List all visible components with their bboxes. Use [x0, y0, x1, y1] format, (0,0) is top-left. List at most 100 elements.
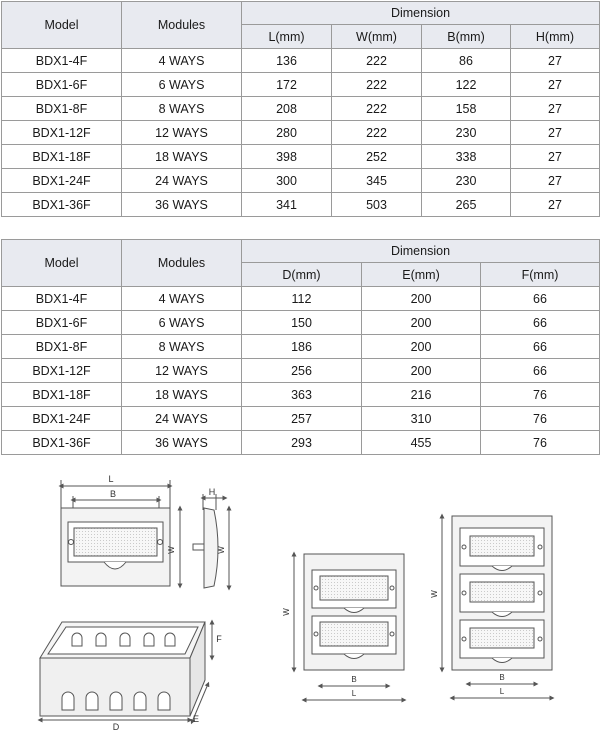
- dimension-table-1: Model Modules Dimension L(mm) W(mm) B(mm…: [1, 1, 600, 217]
- table-row: BDX1-18F 18 WAYS 398 252 338 27: [1, 144, 600, 169]
- table-row: BDX1-6F 6 WAYS 150 200 66: [1, 310, 600, 335]
- cell-l: 172: [241, 72, 332, 97]
- cell-modules: 6 WAYS: [121, 72, 242, 97]
- header-model: Model: [1, 239, 122, 287]
- cell-d: 256: [241, 358, 362, 383]
- cell-f: 66: [479, 358, 600, 383]
- subheader-l: L(mm): [241, 24, 332, 49]
- cell-h: 27: [510, 168, 600, 193]
- cell-h: 27: [510, 144, 600, 169]
- cell-d: 186: [241, 334, 362, 359]
- cell-h: 27: [510, 48, 600, 73]
- cell-l: 136: [241, 48, 332, 73]
- two-row-enclosure-drawing: [291, 551, 407, 703]
- cell-model: BDX1-12F: [1, 358, 122, 383]
- cell-modules: 18 WAYS: [121, 144, 242, 169]
- cell-model: BDX1-36F: [1, 430, 122, 455]
- cell-model: BDX1-4F: [1, 48, 122, 73]
- label-w-2row: W: [282, 608, 291, 616]
- table-row: BDX1-24F 24 WAYS 300 345 230 27: [1, 168, 600, 193]
- label-h: H: [209, 487, 216, 497]
- table-row: BDX1-4F 4 WAYS 136 222 86 27: [1, 48, 600, 73]
- label-f: F: [216, 634, 222, 644]
- cell-f: 76: [479, 430, 600, 455]
- cell-f: 66: [479, 286, 600, 311]
- cell-d: 257: [241, 406, 362, 431]
- cell-b: 265: [421, 192, 511, 217]
- cell-e: 200: [361, 286, 481, 311]
- cell-model: BDX1-4F: [1, 286, 122, 311]
- label-l: L: [108, 474, 113, 484]
- header-modules: Modules: [121, 1, 242, 49]
- table-row: BDX1-8F 8 WAYS 208 222 158 27: [1, 96, 600, 121]
- label-d: D: [113, 722, 120, 732]
- front-view-drawing: [58, 480, 183, 589]
- cell-w: 252: [331, 144, 422, 169]
- subheader-h: H(mm): [510, 24, 600, 49]
- table-row: BDX1-24F 24 WAYS 257 310 76: [1, 406, 600, 431]
- label-b-3row: B: [499, 673, 504, 682]
- table-row: BDX1-36F 36 WAYS 341 503 265 27: [1, 192, 600, 217]
- table-row: BDX1-12F 12 WAYS 280 222 230 27: [1, 120, 600, 145]
- cell-modules: 8 WAYS: [121, 334, 242, 359]
- cell-h: 27: [510, 192, 600, 217]
- cell-b: 338: [421, 144, 511, 169]
- cell-modules: 4 WAYS: [121, 286, 242, 311]
- cell-d: 363: [241, 382, 362, 407]
- subheader-d: D(mm): [241, 262, 362, 287]
- label-w: W: [167, 546, 176, 554]
- cell-e: 200: [361, 310, 481, 335]
- header-dimension: Dimension: [240, 239, 600, 263]
- cell-w: 222: [331, 120, 422, 145]
- label-b: B: [110, 489, 116, 499]
- cell-model: BDX1-36F: [1, 192, 122, 217]
- three-row-enclosure-drawing: [439, 513, 555, 701]
- dimension-table-2: Model Modules Dimension D(mm) E(mm) F(mm…: [1, 239, 600, 455]
- table-row: BDX1-36F 36 WAYS 293 455 76: [1, 430, 600, 455]
- label-l-3row: L: [500, 687, 505, 696]
- cell-modules: 12 WAYS: [121, 120, 242, 145]
- cell-l: 341: [241, 192, 332, 217]
- cell-e: 200: [361, 358, 481, 383]
- cell-modules: 12 WAYS: [121, 358, 242, 383]
- cell-b: 122: [421, 72, 511, 97]
- cell-h: 27: [510, 72, 600, 97]
- table-row: BDX1-12F 12 WAYS 256 200 66: [1, 358, 600, 383]
- cell-l: 300: [241, 168, 332, 193]
- cell-l: 208: [241, 96, 332, 121]
- cell-d: 293: [241, 430, 362, 455]
- cell-modules: 24 WAYS: [121, 168, 242, 193]
- table-row: BDX1-6F 6 WAYS 172 222 122 27: [1, 72, 600, 97]
- cell-l: 280: [241, 120, 332, 145]
- cell-model: BDX1-6F: [1, 310, 122, 335]
- subheader-e: E(mm): [361, 262, 481, 287]
- table-row: BDX1-4F 4 WAYS 112 200 66: [1, 286, 600, 311]
- cell-d: 112: [241, 286, 362, 311]
- cell-model: BDX1-8F: [1, 334, 122, 359]
- cell-w: 345: [331, 168, 422, 193]
- label-l-2row: L: [352, 689, 357, 698]
- subheader-b: B(mm): [421, 24, 511, 49]
- cell-modules: 24 WAYS: [121, 406, 242, 431]
- cell-model: BDX1-12F: [1, 120, 122, 145]
- cell-modules: 6 WAYS: [121, 310, 242, 335]
- cell-model: BDX1-18F: [1, 382, 122, 407]
- cell-w: 222: [331, 72, 422, 97]
- label-w-3row: W: [430, 590, 439, 598]
- cell-model: BDX1-18F: [1, 144, 122, 169]
- header-dimension: Dimension: [241, 1, 600, 25]
- cell-w: 222: [331, 48, 422, 73]
- cell-modules: 8 WAYS: [121, 96, 242, 121]
- cell-f: 66: [479, 310, 600, 335]
- header-model: Model: [1, 1, 122, 49]
- cell-e: 200: [361, 334, 481, 359]
- cell-b: 230: [421, 168, 511, 193]
- cell-b: 158: [421, 96, 511, 121]
- cell-f: 76: [479, 382, 600, 407]
- side-view-drawing: [192, 494, 232, 591]
- cell-w: 222: [331, 96, 422, 121]
- label-w-side: W: [217, 546, 226, 554]
- cell-model: BDX1-8F: [1, 96, 122, 121]
- cell-model: BDX1-24F: [1, 168, 122, 193]
- cell-e: 455: [361, 430, 481, 455]
